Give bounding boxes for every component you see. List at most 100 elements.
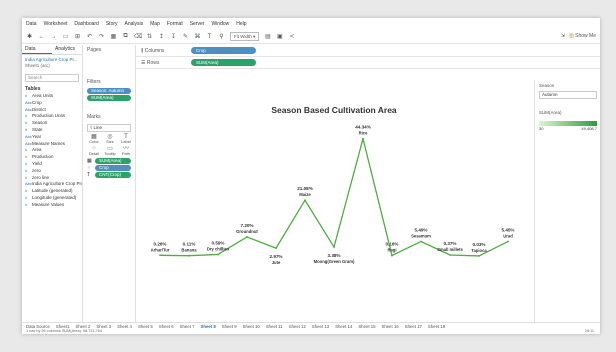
sheet-tab[interactable]: Sheet 2 bbox=[76, 324, 91, 329]
season-filter-select[interactable]: Autumn bbox=[539, 91, 597, 99]
menu-item[interactable]: Map bbox=[150, 21, 160, 27]
redo-icon[interactable]: ↷ bbox=[98, 33, 105, 40]
undo-icon[interactable]: ↶ bbox=[86, 33, 93, 40]
sheet-tab[interactable]: Sheet 3 bbox=[96, 324, 111, 329]
show-me-button[interactable]: ▥ Show Me bbox=[569, 33, 596, 39]
group-icon[interactable]: ⌘ bbox=[194, 33, 201, 40]
new-datasource-icon[interactable]: ⊞ bbox=[74, 33, 81, 40]
data-point[interactable] bbox=[449, 254, 451, 256]
menu-item[interactable]: Worksheet bbox=[44, 21, 68, 27]
field-item[interactable]: AbcDistrict bbox=[22, 107, 82, 114]
rows-shelf[interactable]: ☰ Rows SUM(Area) bbox=[136, 57, 600, 69]
filter-pill-season[interactable]: Season: Autumn bbox=[87, 88, 131, 94]
pin-icon[interactable]: ⚲ bbox=[218, 33, 225, 40]
menu-item[interactable]: Story bbox=[106, 21, 118, 27]
columns-pill-crop[interactable]: Crop bbox=[191, 47, 256, 54]
sheet-tab[interactable]: Data Source bbox=[26, 324, 50, 329]
marks-pill-cnt-crop[interactable]: CNT(Crop) bbox=[95, 172, 131, 178]
tab-analytics[interactable]: Analytics bbox=[52, 45, 82, 54]
field-search-input[interactable]: Search bbox=[25, 74, 79, 82]
marks-path-button[interactable]: 〰 Path bbox=[119, 146, 133, 157]
sheet-tab[interactable]: Sheet 11 bbox=[266, 324, 283, 329]
field-item[interactable]: AbcMeasure Names bbox=[22, 141, 82, 148]
sheet-tab[interactable]: Sheet 8 bbox=[200, 324, 215, 329]
clear-sheet-icon[interactable]: ⌫ bbox=[134, 33, 142, 40]
field-item[interactable]: AbcCrop bbox=[22, 100, 82, 107]
menu-item[interactable]: Server bbox=[190, 21, 205, 27]
field-item[interactable]: # zero bbox=[22, 168, 82, 175]
columns-shelf[interactable]: ⫼ Columns Crop bbox=[136, 45, 600, 57]
marks-label-button[interactable]: T Label bbox=[119, 134, 133, 145]
sheet-tab[interactable]: Sheet 16 bbox=[382, 324, 399, 329]
menu-item[interactable]: Help bbox=[236, 21, 246, 27]
marks-tooltip-button[interactable]: ▭ Tooltip bbox=[103, 146, 117, 157]
data-point[interactable] bbox=[159, 254, 161, 257]
sheet-tab[interactable]: Sheet 5 bbox=[138, 324, 153, 329]
data-point[interactable] bbox=[304, 199, 306, 202]
data-source-item[interactable]: Sheet1 (arc) bbox=[25, 63, 79, 69]
show-hide-cards-icon[interactable]: ▤ bbox=[264, 33, 271, 40]
duplicate-sheet-icon[interactable]: ⧉ bbox=[122, 33, 129, 40]
rows-pill-area[interactable]: SUM(Area) bbox=[191, 59, 256, 66]
menu-item[interactable]: Dashboard bbox=[74, 21, 98, 27]
menu-item[interactable]: Format bbox=[167, 21, 183, 27]
data-point[interactable] bbox=[391, 254, 393, 257]
marks-pill-crop[interactable]: Crop bbox=[95, 165, 131, 171]
field-item[interactable]: # Production Units bbox=[22, 113, 82, 120]
field-item[interactable]: # Area bbox=[22, 147, 82, 154]
share-icon[interactable]: ≺ bbox=[288, 33, 295, 40]
sort-desc-icon[interactable]: ↧ bbox=[170, 33, 177, 40]
marks-pill-area[interactable]: SUM(Area) bbox=[95, 158, 131, 164]
sheet-tab[interactable]: Sheet 14 bbox=[335, 324, 352, 329]
fit-select[interactable]: Fit Width ▾ bbox=[230, 32, 260, 41]
chart-view[interactable]: Season Based Cultivation Area 0.26% Arhar… bbox=[136, 69, 532, 322]
field-item[interactable]: # Production bbox=[22, 154, 82, 161]
highlight-icon[interactable]: ✎ bbox=[182, 33, 189, 40]
sheet-tab[interactable]: Sheet 10 bbox=[243, 324, 260, 329]
tab-data[interactable]: Data bbox=[22, 45, 52, 54]
sheet-tab[interactable]: Sheet 13 bbox=[312, 324, 329, 329]
pages-shelf[interactable] bbox=[83, 55, 135, 77]
data-point[interactable] bbox=[275, 247, 277, 250]
menu-item[interactable]: Analysis bbox=[125, 21, 144, 27]
mark-type-select[interactable]: ⌇ Line bbox=[87, 124, 131, 132]
back-icon[interactable]: ← bbox=[38, 34, 45, 40]
swap-icon[interactable]: ⇅ bbox=[146, 33, 153, 40]
new-sheet-icon[interactable]: ▦ bbox=[110, 33, 117, 40]
field-item[interactable]: # zero line bbox=[22, 175, 82, 182]
field-item[interactable]: # Measure Values bbox=[22, 202, 82, 209]
data-point[interactable] bbox=[478, 255, 480, 257]
marks-size-button[interactable]: ◎ Size bbox=[103, 134, 117, 145]
data-point[interactable] bbox=[246, 236, 248, 238]
collapse-icon[interactable]: ⇲ bbox=[561, 33, 565, 39]
menu-item[interactable]: Window bbox=[211, 21, 229, 27]
field-item[interactable]: AbcIndia Agriculture Crop Pro... bbox=[22, 181, 82, 188]
field-item[interactable]: # Season bbox=[22, 120, 82, 127]
sheet-tab[interactable]: Sheet 17 bbox=[405, 324, 422, 329]
data-point[interactable] bbox=[420, 240, 422, 243]
marks-detail-button[interactable]: ⁘ Detail bbox=[87, 146, 101, 157]
field-item[interactable]: # Area Units bbox=[22, 93, 82, 100]
save-icon[interactable]: ▭ bbox=[62, 33, 69, 40]
sheet-tab[interactable]: Sheet 7 bbox=[180, 324, 195, 329]
sheet-tab[interactable]: Sheet 6 bbox=[159, 324, 174, 329]
forward-icon[interactable]: → bbox=[50, 34, 57, 40]
sort-asc-icon[interactable]: ↥ bbox=[158, 33, 165, 40]
marks-color-button[interactable]: ▦ Color bbox=[87, 134, 101, 145]
data-point[interactable] bbox=[333, 246, 335, 248]
sheet-tab[interactable]: Sheet 4 bbox=[117, 324, 132, 329]
field-item[interactable]: # Longitude (generated) bbox=[22, 195, 82, 202]
filter-pill-area[interactable]: SUM(Area) bbox=[87, 95, 131, 101]
field-item[interactable]: # Yield bbox=[22, 161, 82, 168]
field-item[interactable]: # State bbox=[22, 127, 82, 134]
data-point[interactable] bbox=[188, 254, 190, 257]
labels-icon[interactable]: T bbox=[206, 34, 213, 40]
data-point[interactable] bbox=[362, 137, 364, 140]
sheet-tab[interactable]: Sheet 15 bbox=[358, 324, 375, 329]
sheet-tab[interactable]: Sheet1 bbox=[56, 324, 70, 329]
sheet-tab[interactable]: Sheet 12 bbox=[289, 324, 306, 329]
data-point[interactable] bbox=[507, 240, 509, 243]
sheet-tab[interactable]: Sheet 18 bbox=[428, 324, 445, 329]
field-item[interactable]: # Latitude (generated) bbox=[22, 188, 82, 195]
area-series-line[interactable] bbox=[159, 138, 509, 257]
